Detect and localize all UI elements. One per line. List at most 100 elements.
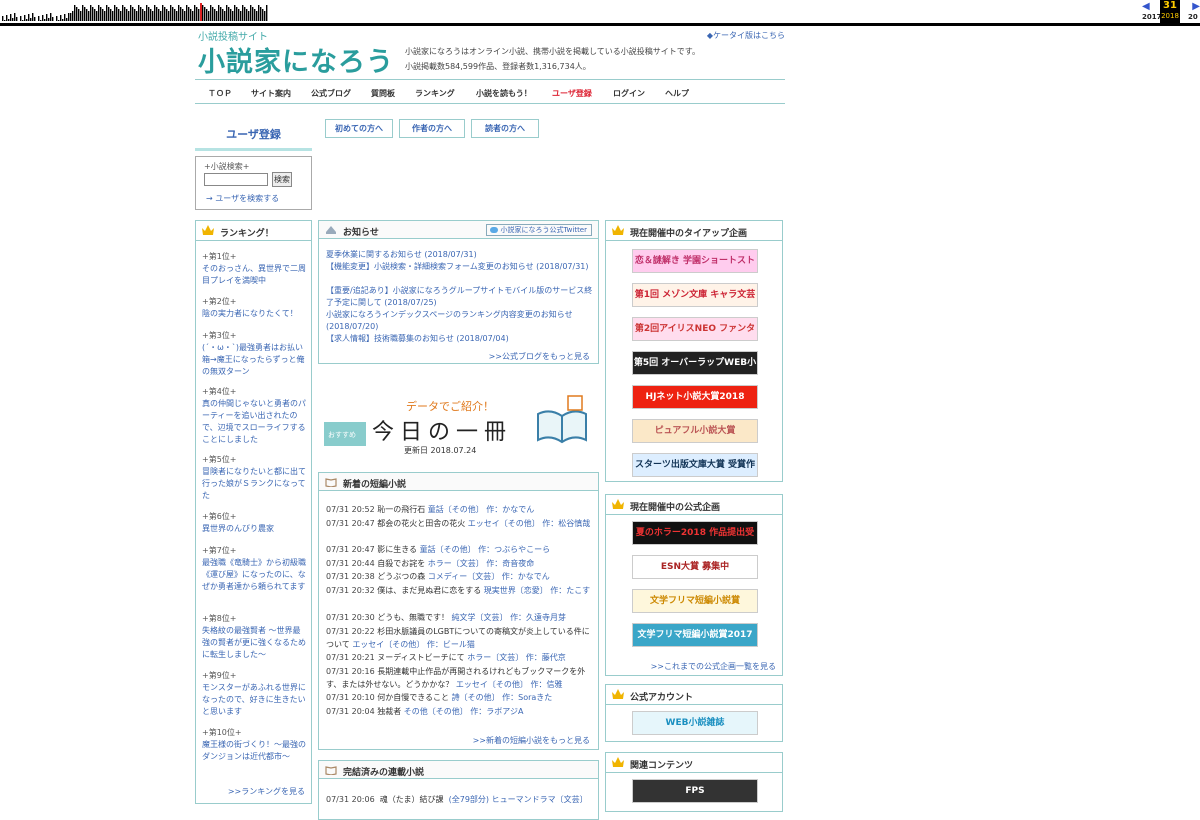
search-input[interactable] (204, 173, 268, 186)
short-author[interactable]: 作：ビール猫 (427, 640, 475, 649)
short-author[interactable]: 作：Soraきた (502, 693, 552, 702)
rank-title[interactable]: 魔王様の街づくり！～最強のダンジョンは近代都市～ (202, 739, 306, 763)
serial-item[interactable]: 07/31 20:06 魂（たま）結び課 (全79部分) ヒューマンドラマ〔文芸… (326, 793, 594, 806)
ranking-item[interactable]: +第2位+ 陰の実力者になりたくて！ (202, 296, 306, 320)
rank-title[interactable]: 陰の実力者になりたくて！ (202, 308, 306, 320)
notice-item[interactable]: 【求人情報】技術職募集のお知らせ (2018/07/04) (326, 333, 594, 345)
site-logo[interactable]: 小説家になろう (198, 40, 394, 79)
blog-more-link[interactable]: >>公式ブログをもっと見る (489, 351, 590, 362)
short-name[interactable]: 影に生きる (377, 545, 417, 554)
twitter-link[interactable]: 小説家になろう公式Twitter (485, 224, 592, 236)
tab-readers[interactable]: 読者の方へ (471, 119, 539, 138)
short-item[interactable]: 07/31 20:22 杉田水脈議員のLGBTについての寄稿文が炎上している件に… (326, 625, 594, 651)
short-author[interactable]: 作：松谷慎哉 (542, 519, 590, 528)
tab-writers[interactable]: 作者の方へ (399, 119, 465, 138)
short-item[interactable]: 07/31 20:10 何か自慢できること 詩〔その他〕 作：Soraきた (326, 691, 594, 704)
short-author[interactable]: 作：ラボアジA (470, 707, 523, 716)
short-item[interactable]: 07/31 20:21 ヌーディストビーチにて ホラー〔文芸〕 作：藤代京 (326, 651, 594, 664)
rank-title[interactable]: (´・ω・`)最強勇者はお払い箱→魔王になったらずっと俺の無双ターン (202, 342, 306, 378)
nav-guide[interactable]: サイト案内 (251, 88, 291, 99)
official-banner[interactable]: 文学フリマ短編小説賞 (632, 589, 758, 613)
rank-title[interactable]: モンスターがあふれる世界になったので、好きに生きたいと思います (202, 682, 306, 718)
rank-title[interactable]: 異世界のんびり農家 (202, 523, 306, 535)
ranking-item[interactable]: +第4位+ 真の仲間じゃないと勇者のパーティーを追い出されたので、辺境でスローライ… (202, 386, 306, 446)
tab-beginners[interactable]: 初めての方へ (325, 119, 393, 138)
todays-book-banner[interactable]: おすすめ データでご紹介！ 今日の一冊 更新日 2018.07.24 (324, 388, 592, 455)
register-heading[interactable]: ユーザ登録 (195, 116, 312, 151)
ranking-more-link[interactable]: >>ランキングを見る (228, 786, 305, 797)
short-genre[interactable]: ホラー〔文芸〕 (428, 559, 484, 568)
register-title[interactable]: ユーザ登録 (195, 116, 312, 142)
ranking-item[interactable]: +第3位+ (´・ω・`)最強勇者はお払い箱→魔王になったらずっと俺の無双ターン (202, 330, 306, 378)
rank-title[interactable]: 失格紋の最強賢者 ～世界最強の賢者が更に強くなるために転生しました～ (202, 625, 306, 661)
short-author[interactable]: 作：たこす (550, 586, 590, 595)
short-name[interactable]: 都会の花火と田舎の花火 (377, 519, 465, 528)
short-item[interactable]: 07/31 20:30 どうも、無職です！ 純文学〔文芸〕 作：久遠寺月芽 (326, 611, 594, 624)
short-name[interactable]: 独裁者 (377, 707, 401, 716)
tieup-banner[interactable]: 第2回アイリスNEO ファンタジー大賞 (632, 317, 758, 341)
short-author[interactable]: 作：信雅 (530, 680, 562, 689)
short-author[interactable]: 作：藤代京 (526, 653, 566, 662)
short-author[interactable]: 作：つぶらやこーら (478, 545, 550, 554)
tieup-banner[interactable]: 第5回 オーバーラップWEB小説大賞 開催中 (632, 351, 758, 375)
official-banner[interactable]: 文学フリマ短編小説賞2017 (632, 623, 758, 647)
short-name[interactable]: 恥一の飛行石 (377, 505, 425, 514)
short-author[interactable]: 作：奇音夜命 (486, 559, 534, 568)
short-item[interactable]: 07/31 20:16 長期連載中止作品が再開されるけれどもブックマークを外す、… (326, 665, 594, 691)
tieup-banner[interactable]: HJネット小説大賞2018 (632, 385, 758, 409)
nav-qa[interactable]: 質問板 (371, 88, 395, 99)
nav-help[interactable]: ヘルプ (665, 88, 689, 99)
ranking-item[interactable]: +第10位+ 魔王様の街づくり！～最強のダンジョンは近代都市～ (202, 727, 306, 763)
year-selector[interactable]: ◀ 2017 31 2018 20 ▶ (1140, 0, 1200, 24)
rank-title[interactable]: 冒険者になりたいと都に出て行った娘がＳランクになってた (202, 466, 306, 502)
mobile-version-link[interactable]: ◆ケータイ版はこちら (707, 30, 785, 41)
short-name[interactable]: 自殺でお詫を (377, 559, 425, 568)
short-genre[interactable]: 詩〔その他〕 (452, 693, 500, 702)
capture-sparkline[interactable] (0, 3, 268, 21)
short-name[interactable]: 何か自慢できること (377, 693, 449, 702)
short-more-link[interactable]: >>新着の短編小説をもっと見る (473, 735, 590, 746)
short-item[interactable]: 07/31 20:38 どうぶつの森 コメディー〔文芸〕 作：かなでん (326, 570, 594, 583)
ranking-item[interactable]: +第7位+ 最強職《竜騎士》から初級職《運び屋》になったのに、なぜか勇者達から頼ら… (202, 545, 306, 593)
short-item[interactable]: 07/31 20:44 自殺でお詫を ホラー〔文芸〕 作：奇音夜命 (326, 557, 594, 570)
short-name[interactable]: 僕は、まだ見ぬ君に恋をする (377, 586, 481, 595)
rank-title[interactable]: 最強職《竜騎士》から初級職《運び屋》になったのに、なぜか勇者達から頼られてます (202, 557, 306, 593)
short-item[interactable]: 07/31 20:32 僕は、まだ見ぬ君に恋をする 現実世界〔恋愛〕 作：たこす (326, 584, 594, 597)
year-next[interactable]: 20 (1188, 13, 1198, 21)
ranking-item[interactable]: +第8位+ 失格紋の最強賢者 ～世界最強の賢者が更に強くなるために転生しました～ (202, 613, 306, 661)
short-genre[interactable]: その他〔その他〕 (404, 707, 468, 716)
short-genre[interactable]: 童話〔その他〕 (420, 545, 476, 554)
official-more-link[interactable]: >>これまでの公式企画一覧を見る (651, 661, 776, 672)
notice-item[interactable]: 【機能変更】小説検索・詳細検索フォーム変更のお知らせ (2018/07/31) (326, 261, 594, 273)
short-genre[interactable]: ホラー〔文芸〕 (467, 653, 523, 662)
account-banner[interactable]: WEB小説雑誌 (632, 711, 758, 735)
short-genre[interactable]: 純文学〔文芸〕 (452, 613, 508, 622)
nav-blog[interactable]: 公式ブログ (311, 88, 351, 99)
rank-title[interactable]: そのおっさん、異世界で二周目プレイを満喫中 (202, 263, 306, 287)
official-banner[interactable]: ESN大賞 募集中 (632, 555, 758, 579)
nav-login[interactable]: ログイン (613, 88, 645, 99)
nav-top[interactable]: ＴＯＰ (208, 88, 232, 99)
official-banner[interactable]: 夏のホラー2018 作品提出受付中 (632, 521, 758, 545)
short-author[interactable]: 作：久遠寺月芽 (510, 613, 566, 622)
short-genre[interactable]: エッセイ〔その他〕 (468, 519, 540, 528)
twitter-label[interactable]: 小説家になろう公式Twitter (501, 226, 587, 234)
short-item[interactable]: 07/31 20:47 都会の花火と田舎の花火 エッセイ〔その他〕 作：松谷慎哉 (326, 517, 594, 530)
serial-genre[interactable]: (全79部分) ヒューマンドラマ〔文芸〕 (449, 795, 588, 804)
short-author[interactable]: 作：かなでん (486, 505, 534, 514)
tieup-banner[interactable]: 恋＆謎解き 学園ショートストーリーコンテスト (632, 249, 758, 273)
short-name[interactable]: どうぶつの森 (377, 572, 425, 581)
ranking-item[interactable]: +第6位+ 異世界のんびり農家 (202, 511, 306, 535)
nav-register[interactable]: ユーザ登録 (552, 88, 592, 99)
short-item[interactable]: 07/31 20:47 影に生きる 童話〔その他〕 作：つぶらやこーら (326, 543, 594, 556)
short-name[interactable]: どうも、無職です！ (377, 613, 449, 622)
ranking-item[interactable]: +第9位+ モンスターがあふれる世界になったので、好きに生きたいと思います (202, 670, 306, 718)
nav-read[interactable]: 小説を読もう！ (476, 88, 532, 99)
notice-item[interactable]: 【重要/追記あり】小説家になろうグループサイトモバイル版のサービス終了予定に関し… (326, 285, 594, 309)
nav-ranking[interactable]: ランキング (415, 88, 455, 99)
notice-item[interactable]: 夏季休業に関するお知らせ (2018/07/31) (326, 249, 594, 261)
short-name[interactable]: ヌーディストビーチにて (377, 653, 464, 662)
short-item[interactable]: 07/31 20:52 恥一の飛行石 童話〔その他〕 作：かなでん (326, 503, 594, 516)
search-button[interactable]: 検索 (272, 172, 292, 187)
serial-name[interactable]: 魂（たま）結び課 (380, 795, 444, 804)
